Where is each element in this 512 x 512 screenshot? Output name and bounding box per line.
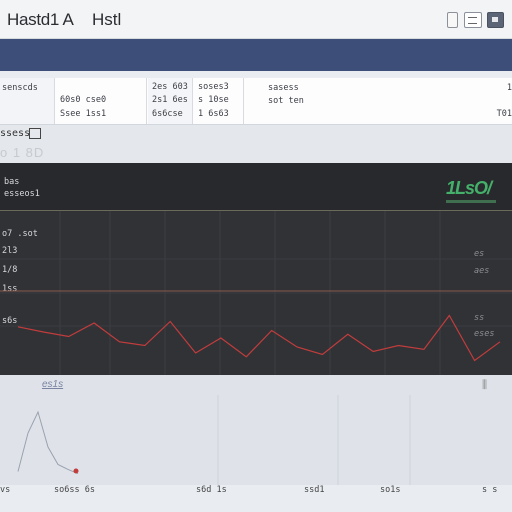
subtool-label: ssess	[0, 128, 31, 139]
info-cell[interactable]: senscds	[0, 78, 55, 124]
close-icon[interactable]	[487, 12, 504, 28]
cell-value: 2s1 6es	[152, 95, 188, 105]
dark-chart-panel: bas esseos1 1LsO/ o7 .sot 2l3 1/8 1ss s6…	[0, 163, 512, 375]
footer-tick: s s	[482, 485, 498, 495]
cell-value: s 10se	[198, 95, 229, 105]
cell-count: 1	[506, 83, 512, 93]
footer-tick: so6ss 6s	[54, 485, 95, 495]
series-line	[17, 314, 501, 362]
title-bar: Hastd1 A Hstl	[0, 0, 512, 39]
cell-label: 60s0 cse0	[60, 95, 107, 105]
minimize-icon[interactable]	[447, 12, 458, 28]
cell-value: 1 6s63	[198, 109, 229, 119]
footer-tick: so1s	[380, 485, 401, 495]
light-plot[interactable]	[0, 375, 512, 485]
cell-value: sot ten	[268, 96, 304, 106]
toolbar	[0, 39, 512, 71]
sub-toolbar: ssess o 1 8D	[0, 125, 512, 163]
tab-main[interactable]: Hstl	[92, 10, 121, 30]
restore-icon[interactable]	[464, 12, 482, 28]
footer-axis: vs so6ss 6s s6d 1s ssd1 so1s s s	[0, 485, 512, 512]
cell-label: soses3	[198, 82, 229, 92]
subtool-value: o 1 8D	[0, 145, 45, 160]
cell-label: senscds	[2, 83, 38, 93]
marker-point	[73, 468, 79, 474]
app-title: Hastd1 A	[7, 10, 74, 29]
light-chart-panel: es1s ⫼	[0, 375, 512, 485]
cell-label: sasess	[268, 83, 299, 93]
footer-tick: ssd1	[304, 485, 325, 495]
footer-tick: s6d 1s	[196, 485, 227, 495]
info-cell[interactable]: 2es 603 2s1 6es 6s6cse	[148, 78, 193, 124]
series-line	[17, 410, 79, 475]
info-cell[interactable]: soses3 s 10se 1 6s63	[193, 78, 244, 124]
cell-count: T01	[496, 109, 512, 119]
info-cell[interactable]: 60s0 cse0 Ssee 1ss1	[55, 78, 147, 124]
cell-label: 2es 603	[152, 82, 188, 92]
footer-tick: vs	[0, 485, 11, 495]
checkbox-icon[interactable]	[29, 128, 41, 139]
cell-value: Ssee 1ss1	[60, 109, 107, 119]
dark-plot[interactable]	[0, 163, 512, 375]
cell-value: 6s6cse	[152, 109, 183, 119]
info-panel: senscds 60s0 cse0 Ssee 1ss1 2es 603 2s1 …	[0, 78, 512, 125]
info-cell[interactable]: sasess sot ten 1 T01	[244, 78, 512, 124]
